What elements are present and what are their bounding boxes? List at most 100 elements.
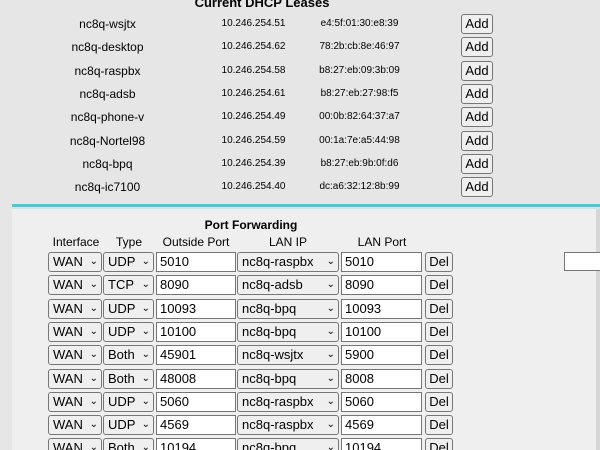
add-lease-button[interactable]: Add [461,107,493,128]
interface-select[interactable]: WAN ⌄ [48,415,102,436]
lan-port-input[interactable]: 5900 [341,345,422,366]
lan-port-input[interactable]: 5060 [341,391,422,412]
chevron-down-icon: ⌄ [326,256,335,267]
delete-rule-button[interactable]: Del [425,345,453,366]
add-lease-button[interactable]: Add [461,177,493,198]
delete-rule-button[interactable]: Del [425,415,453,436]
lease-mac-address: b8:27:eb:9b:0f:d6 [320,157,399,169]
dhcp-lease-row: nc8q-bpq 10.246.254.39 b8:27:eb:9b:0f:d6… [0,153,600,176]
outside-port-input[interactable]: 48008 [156,368,236,389]
lan-ip-select[interactable]: nc8q-bpq ⌄ [237,321,339,342]
outside-port-input[interactable]: 5010 [156,252,236,272]
lan-ip-select[interactable]: nc8q-raspbx ⌄ [237,415,339,436]
delete-rule-button[interactable]: Del [425,298,453,319]
delete-rule-button[interactable]: Del [425,275,453,296]
delete-rule-button[interactable]: Del [425,368,453,389]
port-forwarding-title: Port Forwarding [204,218,298,232]
delete-rule-button[interactable]: Del [425,438,453,450]
protocol-type-select[interactable]: Both ⌄ [103,345,154,366]
add-lease-button[interactable]: Add [461,37,493,58]
lan-port-input[interactable]: 10100 [341,321,422,342]
protocol-type-select[interactable]: UDP ⌄ [103,252,154,272]
lan-ip-select[interactable]: nc8q-bpq ⌄ [237,438,339,450]
lan-port-input[interactable]: 10093 [341,298,422,319]
interface-select[interactable]: WAN ⌄ [48,275,102,296]
dhcp-leases-title: Current DHCP Leases [194,0,330,10]
lan-ip-select[interactable]: nc8q-raspbx ⌄ [237,391,339,412]
add-lease-button[interactable]: Add [461,130,493,151]
interface-value: WAN [53,393,83,409]
chevron-down-icon: ⌄ [326,302,335,314]
outside-port-input[interactable]: 45901 [156,345,236,366]
lan-ip-value: nc8q-bpq [242,323,297,339]
lease-ip-address: 10.246.254.62 [221,41,286,53]
chevron-down-icon: ⌄ [326,372,335,384]
chevron-down-icon: ⌄ [89,395,98,407]
chevron-down-icon: ⌄ [326,325,335,337]
lan-ip-select[interactable]: nc8q-adsb ⌄ [237,275,339,296]
outside-port-input[interactable]: 8090 [156,275,236,296]
lan-ip-value: nc8q-raspbx [242,417,314,433]
interface-select[interactable]: WAN ⌄ [48,368,102,389]
protocol-type-select[interactable]: UDP ⌄ [103,298,154,319]
lan-port-input[interactable]: 4569 [341,415,422,436]
delete-rule-button[interactable]: Del [425,391,453,412]
interface-select[interactable]: WAN ⌄ [48,345,102,366]
lease-hostname: nc8q-desktop [71,40,144,55]
outside-port-input[interactable]: 10093 [156,298,236,319]
lan-ip-value: nc8q-adsb [242,277,303,293]
delete-rule-button[interactable]: Del [425,252,453,272]
protocol-type-select[interactable]: UDP ⌄ [103,415,154,436]
lease-ip-address: 10.246.254.49 [221,111,286,123]
add-lease-button[interactable]: Add [461,60,493,81]
add-lease-button[interactable]: Add [461,153,493,174]
lan-port-input[interactable]: 8008 [341,368,422,389]
interface-select[interactable]: WAN ⌄ [48,252,102,272]
lan-ip-select[interactable]: nc8q-bpq ⌄ [237,298,339,319]
lease-hostname: nc8q-bpq [82,156,133,171]
lease-ip-address: 10.246.254.40 [221,181,286,193]
protocol-value: UDP [108,323,136,339]
interface-value: WAN [53,417,83,433]
dhcp-lease-row: nc8q-phone-v 10.246.254.49 00:0b:82:64:3… [0,106,600,129]
lease-ip-address: 10.246.254.59 [221,134,286,146]
lease-hostname: nc8q-ic7100 [74,180,141,195]
protocol-value: TCP [108,277,134,293]
add-lease-button[interactable]: Add [461,83,493,104]
protocol-value: UDP [108,393,136,409]
lease-mac-address: b8:27:eb:27:98:f5 [320,87,399,99]
column-header-type: Type [115,235,142,249]
column-header-outside-port: Outside Port [162,235,230,249]
lease-mac-address: 00:1a:7e:a5:44:98 [319,134,400,146]
chevron-down-icon: ⌄ [89,279,98,291]
chevron-down-icon: ⌄ [89,302,98,314]
outside-port-input[interactable]: 5060 [156,391,236,412]
lan-ip-value: nc8q-raspbx [242,393,314,409]
interface-select[interactable]: WAN ⌄ [48,321,102,342]
interface-select[interactable]: WAN ⌄ [48,391,102,412]
lan-port-input[interactable]: 8090 [341,275,422,296]
protocol-type-select[interactable]: UDP ⌄ [103,391,154,412]
chevron-down-icon: ⌄ [326,419,335,431]
interface-select[interactable]: WAN ⌄ [48,298,102,319]
lease-ip-address: 10.246.254.51 [221,18,286,29]
dhcp-lease-row: nc8q-desktop 10.246.254.62 78:2b:cb:8e:4… [0,36,600,59]
delete-rule-button[interactable]: Del [425,321,453,342]
protocol-type-select[interactable]: Both ⌄ [103,368,154,389]
lan-ip-select[interactable]: nc8q-wsjtx ⌄ [237,345,339,366]
lan-port-input[interactable]: 5010 [341,252,422,272]
lan-ip-select[interactable]: nc8q-bpq ⌄ [237,368,339,389]
lan-port-input[interactable]: 10194 [341,438,422,450]
outside-port-input[interactable]: 10100 [156,321,236,342]
interface-value: WAN [53,440,83,450]
lan-ip-select[interactable]: nc8q-raspbx ⌄ [237,252,339,272]
protocol-type-select[interactable]: TCP ⌄ [103,275,154,296]
protocol-type-select[interactable]: UDP ⌄ [103,321,154,342]
dhcp-lease-row: nc8q-raspbx 10.246.254.58 b8:27:eb:09:3b… [0,60,600,83]
interface-select[interactable]: WAN ⌄ [48,438,102,450]
outside-port-input[interactable]: 4569 [156,415,236,436]
chevron-down-icon: ⌄ [89,442,98,450]
add-lease-button[interactable]: Add [461,14,493,34]
outside-port-input[interactable]: 10194 [156,438,236,450]
protocol-type-select[interactable]: Both ⌄ [103,438,154,450]
